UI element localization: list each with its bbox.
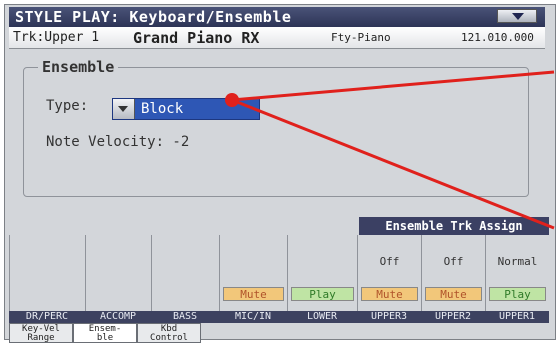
track-name-row: DR/PERC ACCOMP BASS MIC/IN LOWER UPPER3 … <box>9 311 549 323</box>
track-label-lower: LOWER <box>306 311 338 322</box>
ensemble-type-dropdown[interactable]: Block <box>112 98 260 120</box>
track-info-bar: Trk:Upper 1 Grand Piano RX Fty-Piano 121… <box>9 27 545 49</box>
ensemble-title: Ensemble <box>38 58 119 76</box>
track-name: Trk:Upper 1 <box>13 30 100 45</box>
tab-ensemble[interactable]: Ensem- ble <box>73 323 137 343</box>
mixer-area: Ensemble Trk Assign Mute Play Off Mute O… <box>9 217 549 311</box>
ensemble-panel: Ensemble Type: Block Note Velocity: -2 <box>23 58 529 197</box>
program-number: 121.010.000 <box>461 31 534 44</box>
play-button-upper1[interactable]: Play <box>489 287 546 301</box>
channel-strip-drperc <box>9 235 85 311</box>
tab-kbd-control[interactable]: Kbd Control <box>137 323 201 343</box>
page-title: STYLE PLAY: Keyboard/Ensemble <box>9 7 545 27</box>
mute-button-micin[interactable]: Mute <box>223 287 284 301</box>
track-label-upper1: UPPER1 <box>498 311 536 322</box>
mute-button-upper2[interactable]: Mute <box>425 287 482 301</box>
ensemble-track-assign-header: Ensemble Trk Assign <box>359 217 549 235</box>
track-label-bass: BASS <box>172 311 198 322</box>
sound-name[interactable]: Grand Piano RX <box>133 27 259 49</box>
page-title-text: STYLE PLAY: Keyboard/Ensemble <box>15 8 292 26</box>
track-label-accomp: ACCOMP <box>99 311 137 322</box>
track-label-upper2: UPPER2 <box>434 311 472 322</box>
tab-key-vel-range[interactable]: Key-Vel Range <box>9 323 73 343</box>
page-menu-button[interactable] <box>497 9 537 23</box>
channel-strip-upper3: Off Mute <box>357 235 421 311</box>
assign-upper3[interactable]: Off <box>358 255 421 268</box>
sound-bank: Fty-Piano <box>331 31 391 44</box>
chevron-down-icon <box>118 106 128 112</box>
assign-upper1[interactable]: Normal <box>486 255 549 268</box>
type-label: Type: <box>46 98 89 114</box>
chevron-down-icon <box>512 13 524 20</box>
play-button-lower[interactable]: Play <box>291 287 354 301</box>
dropdown-arrow[interactable] <box>113 99 135 119</box>
track-label-drperc: DR/PERC <box>25 311 69 322</box>
channel-strip-accomp <box>85 235 151 311</box>
assign-upper2[interactable]: Off <box>422 255 485 268</box>
track-label-upper3: UPPER3 <box>370 311 408 322</box>
note-velocity-label[interactable]: Note Velocity: -2 <box>46 134 189 150</box>
track-label-micin: MIC/IN <box>234 311 272 322</box>
channel-strip-upper1: Normal Play <box>485 235 549 311</box>
page-tabs: Key-Vel Range Ensem- ble Kbd Control <box>9 323 549 343</box>
mute-button-upper3[interactable]: Mute <box>361 287 418 301</box>
channel-strip-upper2: Off Mute <box>421 235 485 311</box>
ensemble-type-value: Block <box>141 101 184 117</box>
channel-strip-micin: Mute <box>219 235 287 311</box>
channel-strip-bass <box>151 235 219 311</box>
style-play-screen: STYLE PLAY: Keyboard/Ensemble Trk:Upper … <box>4 4 556 343</box>
channel-strip-lower: Play <box>287 235 357 311</box>
